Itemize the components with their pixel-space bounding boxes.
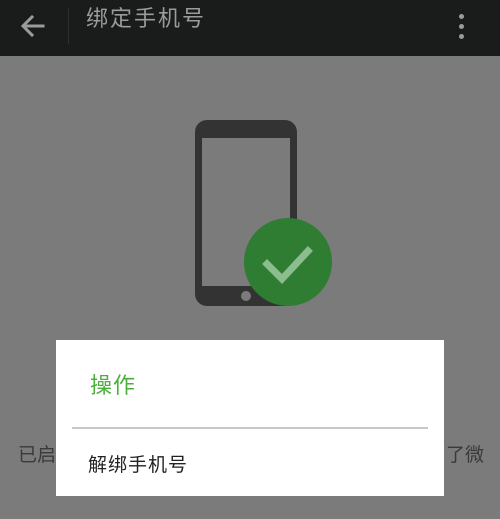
more-options-button[interactable] (446, 6, 476, 46)
app-bar: 绑定手机号 (0, 0, 500, 56)
status-text-left: 已启 (18, 444, 57, 466)
status-text-right: 了微 (446, 444, 485, 466)
operation-dialog: 操作 解绑手机号 (56, 340, 444, 496)
more-vertical-icon-dot (458, 33, 464, 39)
unbind-phone-option[interactable]: 解绑手机号 (56, 430, 444, 494)
more-vertical-icon (458, 13, 464, 19)
back-button[interactable] (10, 6, 56, 46)
screen: 绑定手机号 已启 了微 操作 解绑手机号 (0, 0, 500, 519)
dialog-title: 操作 (90, 374, 137, 399)
dialog-item-label: 解绑手机号 (88, 454, 189, 476)
arrow-left-icon (20, 14, 45, 38)
page-title: 绑定手机号 (86, 7, 207, 32)
phone-bound-illustration (190, 118, 340, 308)
dialog-divider (72, 427, 428, 429)
more-vertical-icon-dot (458, 23, 464, 29)
toolbar-divider (68, 8, 69, 44)
check-circle-icon (244, 218, 332, 306)
